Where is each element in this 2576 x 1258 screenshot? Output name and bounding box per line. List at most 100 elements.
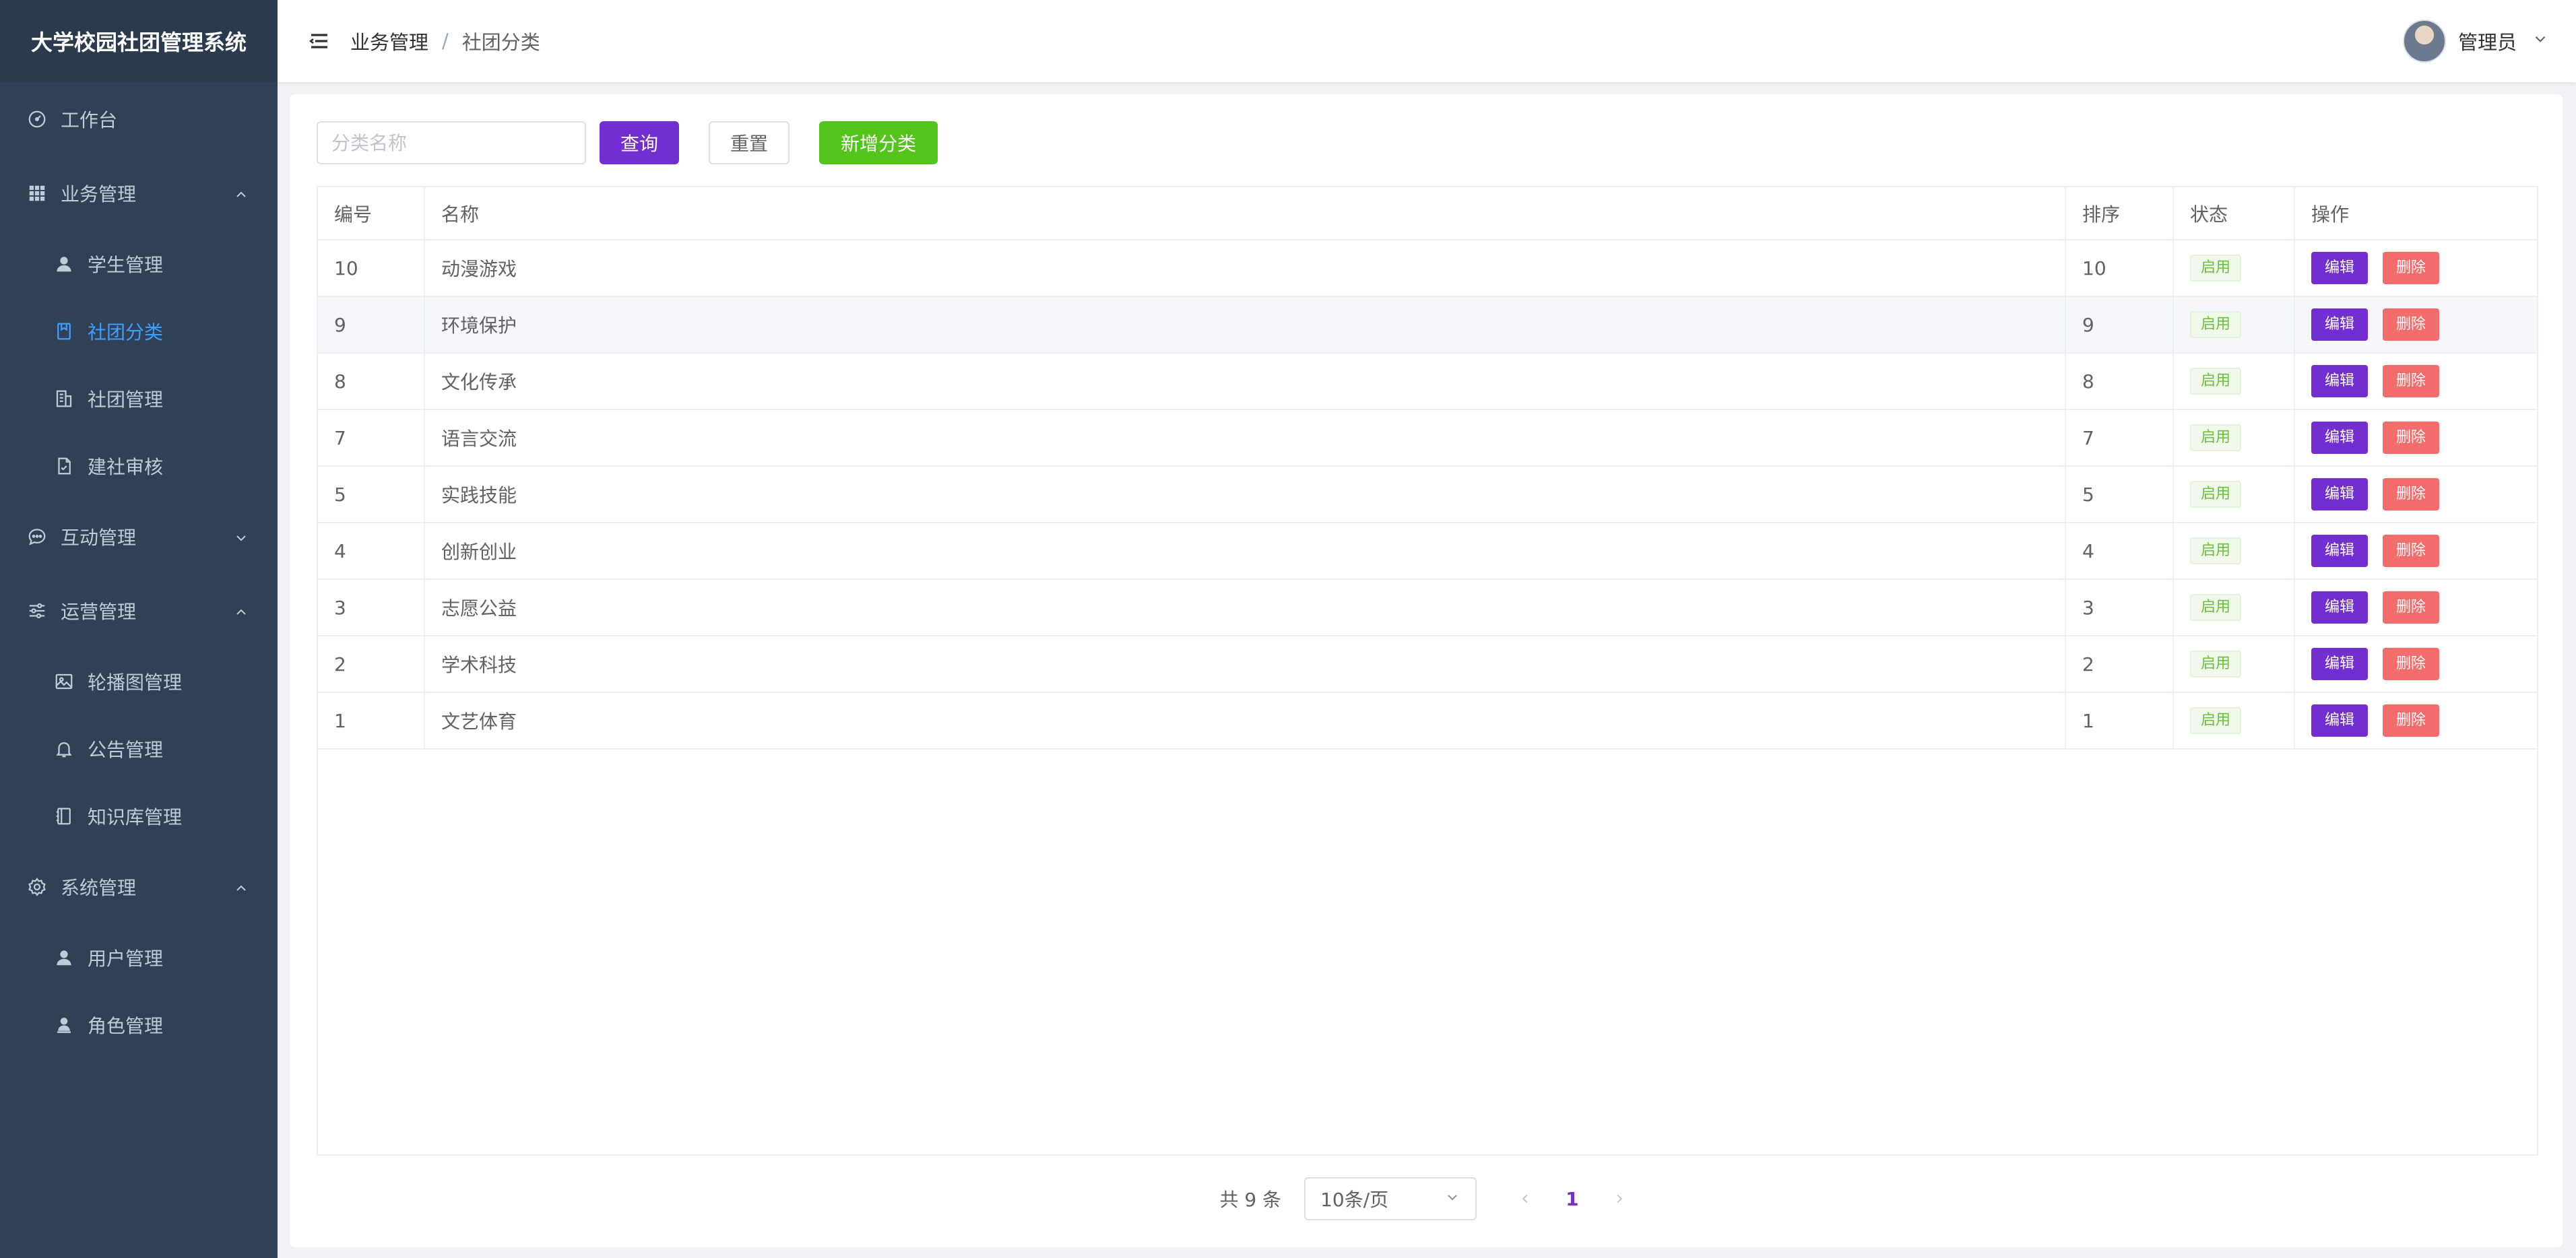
delete-button[interactable]: 删除 (2383, 704, 2440, 737)
edit-button[interactable]: 编辑 (2311, 252, 2369, 284)
table-row: 9 环境保护 9 启用 编辑 删除 (318, 296, 2537, 354)
sidebar-item-users[interactable]: 用户管理 (0, 924, 278, 991)
status-badge: 启用 (2190, 594, 2242, 621)
edit-button[interactable]: 编辑 (2311, 704, 2369, 737)
cell-sort: 10 (2065, 240, 2174, 297)
query-button[interactable]: 查询 (600, 121, 679, 164)
cell-actions: 编辑 删除 (2294, 409, 2537, 467)
chevron-down-icon (2517, 30, 2549, 53)
table-row: 2 学术科技 2 启用 编辑 删除 (318, 636, 2537, 693)
column-header-id: 编号 (318, 187, 425, 240)
chevron-down-icon (1444, 1188, 1460, 1210)
reset-button[interactable]: 重置 (709, 121, 790, 164)
delete-button[interactable]: 删除 (2383, 308, 2440, 341)
user-menu[interactable]: 管理员 (2402, 0, 2549, 82)
page-size-select[interactable]: 10条/页 (1304, 1177, 1477, 1220)
category-name-input[interactable] (317, 121, 586, 164)
edit-button[interactable]: 编辑 (2311, 535, 2369, 567)
edit-button[interactable]: 编辑 (2311, 422, 2369, 454)
user-icon (54, 948, 74, 968)
cell-actions: 编辑 删除 (2294, 579, 2537, 636)
sidebar-item-students[interactable]: 学生管理 (0, 230, 278, 298)
sidebar-item-roles[interactable]: 角色管理 (0, 991, 278, 1059)
breadcrumb: 业务管理 / 社团分类 (350, 27, 540, 55)
cell-actions: 编辑 删除 (2294, 353, 2537, 410)
delete-button[interactable]: 删除 (2383, 535, 2440, 567)
sidebar-item-operations[interactable]: 运营管理 (0, 574, 278, 648)
user-name: 管理员 (2457, 31, 2517, 54)
add-category-button[interactable]: 新增分类 (819, 121, 938, 164)
edit-button[interactable]: 编辑 (2311, 308, 2369, 341)
edit-button[interactable]: 编辑 (2311, 365, 2369, 397)
cell-id: 9 (318, 296, 425, 354)
sidebar-item-club-category[interactable]: 社团分类 (0, 298, 278, 365)
sidebar-item-system[interactable]: 系统管理 (0, 850, 278, 924)
cell-id: 8 (318, 353, 425, 410)
status-badge: 启用 (2190, 651, 2242, 677)
cell-id: 2 (318, 636, 425, 693)
cell-id: 10 (318, 240, 425, 297)
notebook-icon (54, 806, 74, 826)
dashboard-icon (27, 109, 47, 129)
chevron-right-icon (1617, 1194, 1622, 1203)
next-page-button[interactable] (1606, 1185, 1633, 1212)
sidebar-item-workbench[interactable]: 工作台 (0, 82, 278, 156)
sidebar-item-label: 系统管理 (61, 877, 137, 899)
page-number-current[interactable]: 1 (1566, 1188, 1578, 1210)
table-row: 5 实践技能 5 启用 编辑 删除 (318, 466, 2537, 523)
breadcrumb-separator: / (442, 30, 449, 53)
edit-button[interactable]: 编辑 (2311, 478, 2369, 510)
status-badge: 启用 (2190, 255, 2242, 282)
edit-button[interactable]: 编辑 (2311, 648, 2369, 680)
sidebar-item-announcements[interactable]: 公告管理 (0, 715, 278, 783)
delete-button[interactable]: 删除 (2383, 365, 2440, 397)
cell-actions: 编辑 删除 (2294, 523, 2537, 580)
building-icon (54, 389, 74, 409)
prev-page-button[interactable] (1512, 1185, 1539, 1212)
status-badge: 启用 (2190, 707, 2242, 734)
bell-icon (54, 739, 74, 759)
status-badge: 启用 (2190, 424, 2242, 451)
cell-sort: 2 (2065, 636, 2174, 693)
sidebar-item-interaction[interactable]: 互动管理 (0, 500, 278, 574)
sidebar-item-clubs[interactable]: 社团管理 (0, 365, 278, 432)
document-icon (54, 456, 74, 476)
sidebar-item-label: 学生管理 (88, 254, 164, 276)
column-header-status: 状态 (2173, 187, 2295, 240)
sidebar-item-label: 知识库管理 (88, 806, 183, 828)
delete-button[interactable]: 删除 (2383, 252, 2440, 284)
total-count: 共 9 条 (1219, 1189, 1282, 1211)
edit-button[interactable]: 编辑 (2311, 591, 2369, 624)
gear-icon (27, 877, 47, 897)
cell-sort: 5 (2065, 466, 2174, 523)
sidebar-item-knowledge-base[interactable]: 知识库管理 (0, 783, 278, 850)
cell-actions: 编辑 删除 (2294, 636, 2537, 693)
sidebar-item-label: 公告管理 (88, 739, 164, 761)
column-header-sort: 排序 (2065, 187, 2174, 240)
delete-button[interactable]: 删除 (2383, 422, 2440, 454)
sidebar-item-label: 互动管理 (61, 527, 137, 549)
cell-sort: 8 (2065, 353, 2174, 410)
table-row: 8 文化传承 8 启用 编辑 删除 (318, 353, 2537, 410)
content-card: 查询 重置 新增分类 编号 名称 排序 状态 操作 10 动漫游戏 10 启用 (290, 94, 2563, 1247)
breadcrumb-item-business[interactable]: 业务管理 (350, 27, 428, 55)
sidebar-item-business[interactable]: 业务管理 (0, 156, 278, 230)
sidebar-item-label: 工作台 (61, 109, 118, 131)
delete-button[interactable]: 删除 (2383, 591, 2440, 624)
cell-actions: 编辑 删除 (2294, 466, 2537, 523)
table-row: 10 动漫游戏 10 启用 编辑 删除 (318, 240, 2537, 297)
status-badge: 启用 (2190, 537, 2242, 564)
cell-sort: 4 (2065, 523, 2174, 580)
menu-fold-icon[interactable] (307, 29, 331, 53)
cell-actions: 编辑 删除 (2294, 296, 2537, 354)
sidebar-item-carousel[interactable]: 轮播图管理 (0, 648, 278, 715)
pagination: 共 9 条 10条/页 1 (290, 1177, 2563, 1220)
cell-status: 启用 (2173, 240, 2295, 297)
cell-status: 启用 (2173, 636, 2295, 693)
sidebar-item-club-review[interactable]: 建社审核 (0, 432, 278, 500)
sidebar-menu: 工作台 业务管理 学生管理 社团分类 社团管理 建社审核 互动管理 运营管理 轮… (0, 82, 278, 1059)
delete-button[interactable]: 删除 (2383, 478, 2440, 510)
page-size-value: 10条/页 (1320, 1189, 1389, 1211)
table-header-row: 编号 名称 排序 状态 操作 (318, 187, 2537, 240)
delete-button[interactable]: 删除 (2383, 648, 2440, 680)
